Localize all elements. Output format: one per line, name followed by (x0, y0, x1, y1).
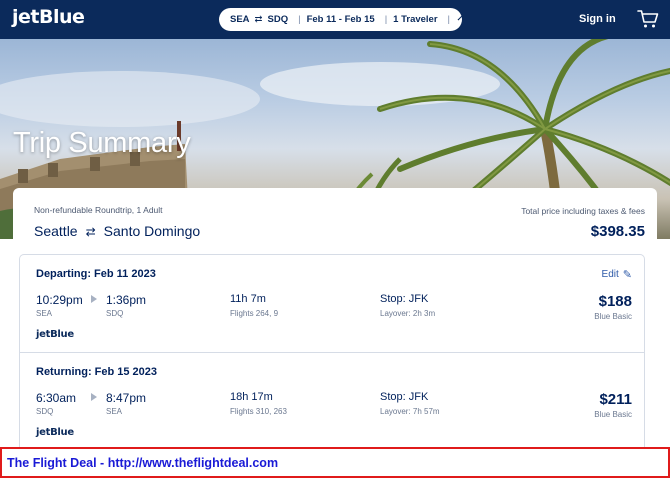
depart-code: SDQ (36, 407, 54, 416)
leg-price: $211 (599, 391, 632, 408)
cart-icon[interactable] (637, 9, 659, 29)
returning-leg: Returning: Feb 15 2023 6:30am SDQ 8:47pm… (20, 352, 644, 448)
top-navbar: jetBlue SEA ⇄ SDQ | Feb 11 - Feb 15 | 1 … (0, 0, 670, 39)
flight-duration: 11h 7m (230, 293, 266, 305)
banner-text[interactable]: The Flight Deal - http://www.theflightde… (7, 456, 278, 470)
total-price-note: Total price including taxes & fees (521, 206, 645, 216)
depart-time: 10:29pm (36, 293, 83, 307)
stop-info: Stop: JFK (380, 391, 429, 403)
swap-arrows-icon: ⇄ (85, 225, 96, 239)
flight-duration: 18h 17m (230, 391, 273, 403)
arrive-code: SDQ (106, 309, 124, 318)
pencil-icon[interactable]: ✎ (623, 268, 632, 281)
trip-dates: Feb 11 - Feb 15 (306, 14, 375, 25)
edit-label[interactable]: Edit (602, 269, 619, 280)
edit-link[interactable]: Edit ✎ (602, 268, 632, 281)
arrive-time: 8:47pm (106, 391, 147, 405)
departing-leg: Departing: Feb 11 2023 Edit ✎ 10:29pm SE… (20, 255, 644, 351)
total-price: $398.35 (590, 223, 645, 240)
returning-title: Returning: Feb 15 2023 (36, 366, 158, 378)
destination-city: Santo Domingo (103, 223, 201, 239)
depart-time: 6:30am (36, 391, 77, 405)
fare-class: Blue Basic (594, 312, 632, 321)
layover-info: Layover: 7h 57m (380, 407, 440, 416)
jetblue-logo[interactable]: jetBlue (12, 6, 85, 28)
separator: | (298, 14, 301, 25)
leg-price: $188 (598, 293, 632, 310)
fare-class: Blue Basic (594, 410, 632, 419)
trip-summary-card: Non-refundable Roundtrip, 1 Adult Total … (13, 188, 657, 450)
airline-logo: jetBlue (36, 329, 74, 340)
flight-numbers: Flights 310, 263 (230, 407, 287, 416)
trip-selector[interactable]: SEA ⇄ SDQ | Feb 11 - Feb 15 | 1 Traveler… (219, 8, 464, 31)
destination-code: SDQ (267, 14, 289, 25)
arrive-code: SEA (106, 407, 123, 416)
layover-info: Layover: 2h 3m (380, 309, 436, 318)
chevron-down-icon[interactable] (457, 14, 464, 21)
flight-legs-panel: Departing: Feb 11 2023 Edit ✎ 10:29pm SE… (19, 254, 645, 450)
signin-link[interactable]: Sign in (579, 13, 616, 25)
separator: | (384, 14, 388, 25)
separator: | (447, 14, 451, 25)
arrive-time: 1:36pm (106, 293, 147, 307)
swap-arrows-icon: ⇄ (254, 14, 263, 25)
origin-city: Seattle (34, 223, 78, 239)
route-cities: Seattle ⇄ Santo Domingo (34, 223, 200, 239)
origin-code: SEA (230, 14, 250, 25)
play-triangle-icon (91, 393, 97, 401)
play-triangle-icon (91, 295, 97, 303)
traveler-count: 1 Traveler (393, 14, 438, 25)
airline-logo: jetBlue (36, 427, 74, 438)
flight-numbers: Flights 264, 9 (230, 309, 279, 318)
departing-title: Departing: Feb 11 2023 (36, 268, 156, 280)
page-title: Trip Summary (13, 127, 191, 159)
depart-code: SEA (36, 309, 53, 318)
stop-info: Stop: JFK (380, 293, 429, 305)
fare-type-note: Non-refundable Roundtrip, 1 Adult (34, 205, 163, 215)
flight-deal-banner: The Flight Deal - http://www.theflightde… (0, 447, 670, 478)
